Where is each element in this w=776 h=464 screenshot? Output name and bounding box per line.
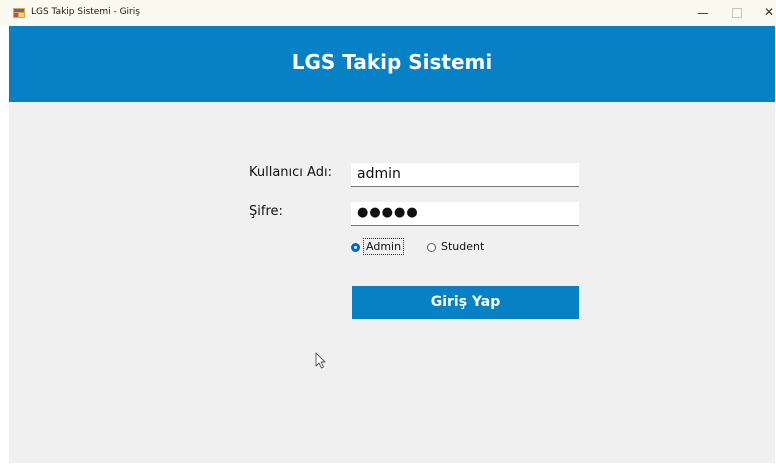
login-button[interactable]: Giriş Yap <box>352 286 579 319</box>
password-input[interactable]: ●●●●● <box>351 202 579 226</box>
header-banner: LGS Takip Sistemi <box>9 26 775 102</box>
password-label: Şifre: <box>249 204 283 219</box>
minimize-button[interactable] <box>686 0 720 26</box>
login-window: LGS Takip Sistemi - Giriş ✕ LGS Takip Si… <box>0 0 776 464</box>
admin-radio-label[interactable]: Admin <box>363 238 405 255</box>
client-area: LGS Takip Sistemi Kullanıcı Adı: admin Ş… <box>9 26 775 463</box>
app-icon <box>13 8 25 18</box>
student-radio-label[interactable]: Student <box>441 240 484 253</box>
page-title: LGS Takip Sistemi <box>291 50 493 74</box>
role-radio-group: Admin Student <box>351 238 551 260</box>
username-label: Kullanıcı Adı: <box>249 165 332 180</box>
maximize-icon <box>732 8 742 18</box>
maximize-button[interactable] <box>720 0 754 26</box>
admin-radio[interactable] <box>351 243 360 252</box>
student-radio[interactable] <box>427 243 436 252</box>
title-bar[interactable]: LGS Takip Sistemi - Giriş ✕ <box>0 0 776 26</box>
minimize-icon <box>698 13 708 14</box>
mouse-cursor-icon <box>315 352 326 369</box>
username-input[interactable]: admin <box>351 163 579 187</box>
window-title: LGS Takip Sistemi - Giriş <box>31 7 140 17</box>
close-icon: ✕ <box>763 5 775 19</box>
close-button[interactable]: ✕ <box>752 0 776 26</box>
